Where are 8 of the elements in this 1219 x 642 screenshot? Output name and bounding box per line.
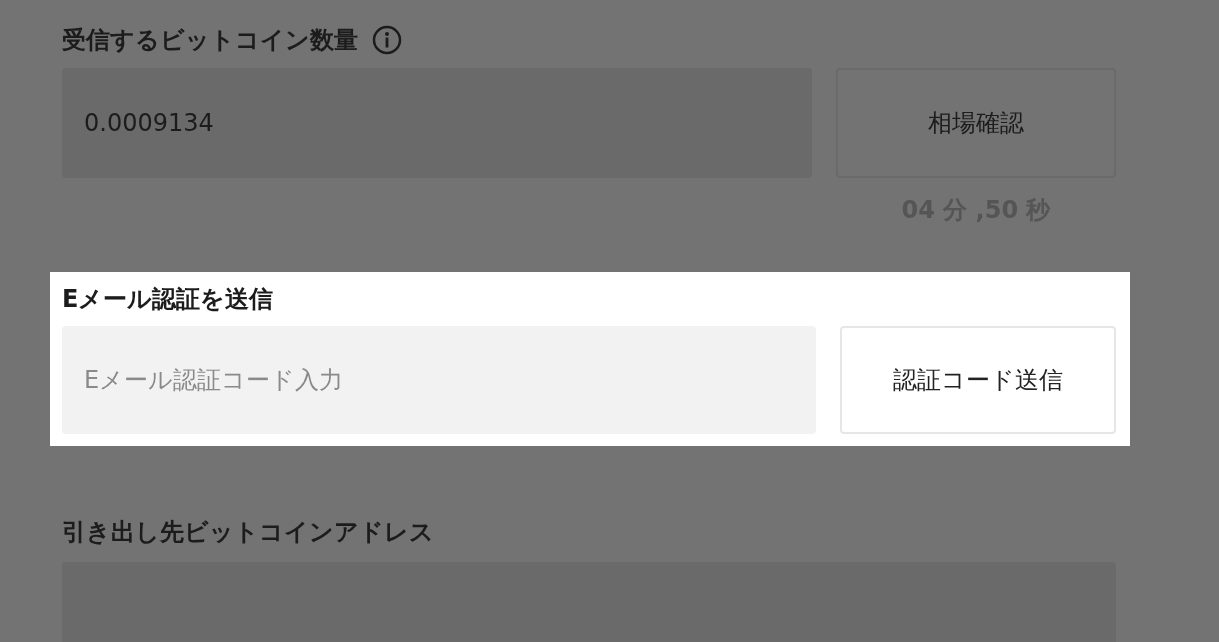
field-label: 受信するビットコイン数量 xyxy=(62,25,358,56)
field-label: Eメール認証を送信 xyxy=(62,284,274,314)
email-code-field[interactable]: Eメール認証コード入力 xyxy=(62,326,816,434)
send-code-button[interactable]: 認証コード送信 xyxy=(840,326,1116,434)
info-icon[interactable] xyxy=(372,25,402,55)
market-check-button[interactable]: 相場確認 xyxy=(836,68,1116,178)
amount-field[interactable]: 0.0009134 xyxy=(62,68,812,178)
field-label: 引き出し先ビットコインアドレス xyxy=(62,517,434,548)
